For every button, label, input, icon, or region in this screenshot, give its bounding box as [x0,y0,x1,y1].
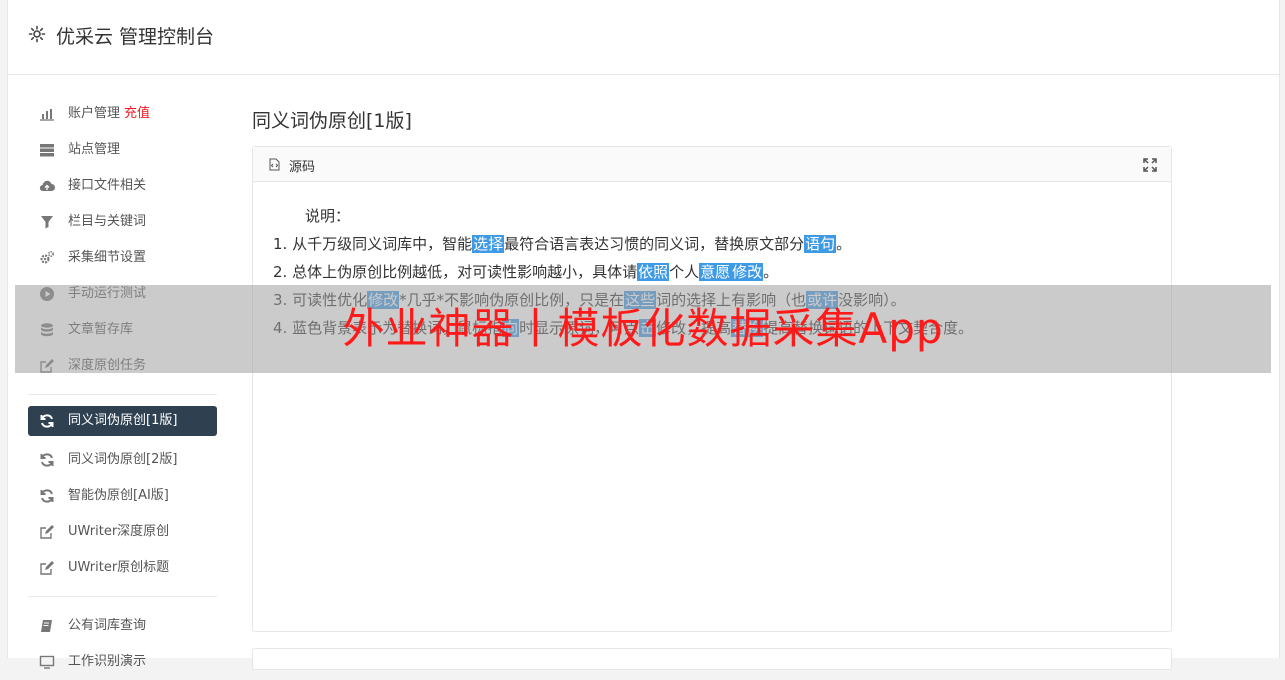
refresh-icon [39,452,55,468]
panel-header: 源码 [253,147,1171,182]
sidebar-item[interactable]: 智能伪原创[AI版] [28,478,217,514]
sidebar-item-label: 同义词伪原创[2版] [68,452,178,467]
sidebar-item-label: 接口文件相关 [68,178,147,193]
refresh-icon [39,488,55,504]
sidebar-item-label: 工作识别演示 [68,654,147,669]
bar-chart-icon [39,106,55,122]
filter-icon [39,214,55,230]
replaced-word[interactable]: 依照 [637,263,670,281]
sidebar-item[interactable]: 站点管理 [28,132,217,168]
line-text: 。 [763,263,779,281]
sidebar-item-label: 栏目与关键词 [68,214,147,229]
cogs-icon [39,250,55,266]
page-title: 同义词伪原创[1版] [252,110,412,132]
line-text: 最符合语言表达习惯的同义词，替换原文部分 [504,235,805,253]
sidebar-item-label: 采集细节设置 [68,250,147,265]
line-text: 个人 [669,263,700,281]
sidebar-item[interactable]: UWriter原创标题 [28,550,217,586]
sidebar-item[interactable]: 账户管理 充值 [28,96,217,132]
gear-icon[interactable] [28,25,46,43]
sidebar-item-label: 账户管理 [68,106,121,121]
source-panel: 源码 说明： 1. 从千万级同义词库中，智能选择最符合语言表达习惯的同义词，替换原… [252,146,1172,632]
sidebar-item[interactable]: 采集细节设置 [28,240,217,276]
editor-line: 说明： [273,202,1151,230]
sidebar-item[interactable]: 同义词伪原创[1版] [28,406,217,436]
panel-title: 源码 [289,160,316,175]
sidebar-item-label: 智能伪原创[AI版] [68,488,169,503]
cloud-upload-icon [39,178,55,194]
sidebar-divider [28,394,217,395]
sidebar-item-label: 站点管理 [68,142,121,157]
top-bar: 优采云 管理控制台 [8,0,1279,75]
sidebar-item-label: UWriter原创标题 [68,560,170,575]
recharge-link[interactable]: 充值 [124,106,150,121]
sidebar-item[interactable]: 接口文件相关 [28,168,217,204]
secondary-panel [252,648,1172,670]
ad-banner-text: 外业神器丨模板化数据采集App [342,304,944,353]
app-title: 优采云 管理控制台 [56,26,215,48]
sidebar-item[interactable]: UWriter深度原创 [28,514,217,550]
line-text: 2. 总体上伪原创比例越低，对可读性影响越小，具体请 [273,263,638,281]
fullscreen-icon[interactable] [1143,158,1157,172]
sidebar: 账户管理充值站点管理接口文件相关栏目与关键词采集细节设置手动运行测试文章暂存库深… [28,96,217,680]
line-text: 说明： [305,207,351,225]
sidebar-item-label: UWriter深度原创 [68,524,170,539]
refresh-icon [39,413,55,429]
line-text: 1. 从千万级同义词库中，智能 [273,235,473,253]
sidebar-item-label: 公有词库查询 [68,618,147,633]
monitor-icon [39,654,55,670]
edit-icon [39,524,55,540]
replaced-word[interactable]: 选择 [472,235,505,253]
sidebar-item[interactable]: 同义词伪原创[2版] [28,442,217,478]
replaced-word[interactable]: 语句 [804,235,837,253]
sidebar-item[interactable]: 栏目与关键词 [28,204,217,240]
server-icon [39,142,55,158]
ad-banner: 外业神器丨模板化数据采集App [15,285,1271,373]
edit-icon [39,560,55,576]
line-text: 。 [836,235,852,253]
book-icon [39,618,55,634]
replaced-word[interactable]: 意愿 [699,263,732,281]
sidebar-item[interactable]: 公有词库查询 [28,608,217,644]
sidebar-item-label: 同义词伪原创[1版] [68,413,178,428]
sidebar-item[interactable]: 工作识别演示 [28,644,217,680]
code-file-icon [268,158,281,171]
replaced-word[interactable]: 修改 [731,263,764,281]
sidebar-divider [28,596,217,597]
editor-line: 2. 总体上伪原创比例越低，对可读性影响越小，具体请依照个人意愿 修改。 [273,258,1151,286]
editor-line: 1. 从千万级同义词库中，智能选择最符合语言表达习惯的同义词，替换原文部分语句。 [273,230,1151,258]
